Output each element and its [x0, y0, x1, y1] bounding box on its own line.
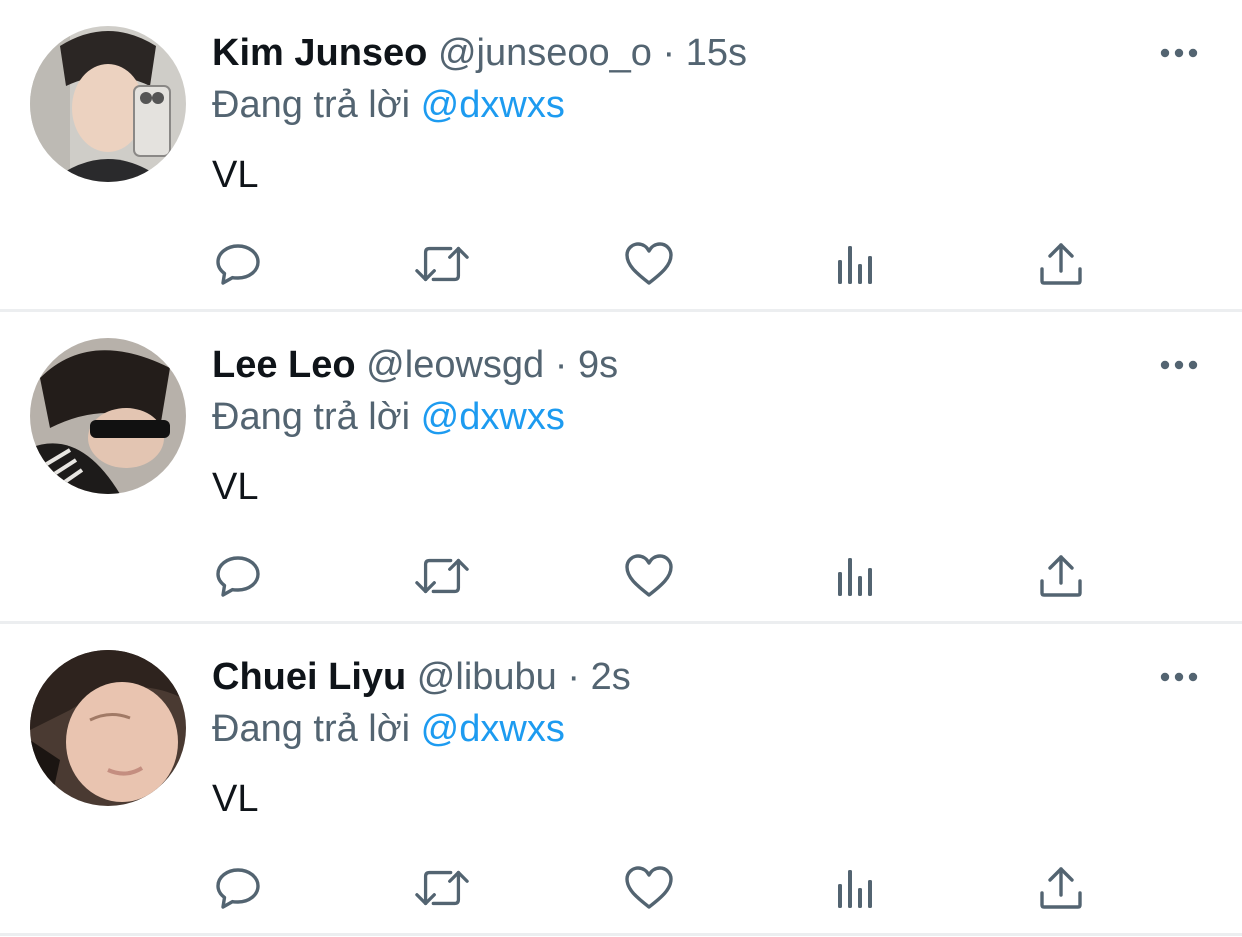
analytics-button[interactable] [828, 548, 884, 604]
reply-context: Đang trả lời @dxwxs [212, 80, 565, 130]
separator: · [662, 32, 676, 74]
reply-button[interactable] [210, 236, 266, 292]
reply-prefix: Đang trả lời [212, 708, 411, 750]
timestamp[interactable]: 2s [591, 656, 631, 698]
retweet-icon [415, 558, 469, 594]
tweet-text: VL [212, 778, 259, 820]
reply-mention-link[interactable]: @dxwxs [421, 396, 565, 438]
reply-button[interactable] [210, 860, 266, 916]
like-button[interactable] [621, 548, 677, 604]
tweet-text: VL [212, 466, 259, 508]
avatar[interactable] [30, 650, 186, 806]
reply-mention-link[interactable]: @dxwxs [421, 708, 565, 750]
avatar[interactable] [30, 338, 186, 494]
more-options-button[interactable] [1156, 348, 1202, 382]
like-icon [625, 866, 673, 909]
analytics-icon [838, 870, 872, 908]
avatar[interactable] [30, 26, 186, 182]
share-button[interactable] [1033, 860, 1089, 916]
retweet-icon [415, 246, 469, 282]
retweet-button[interactable] [414, 860, 470, 916]
analytics-button[interactable] [828, 860, 884, 916]
divider [0, 933, 1242, 936]
reply-context: Đang trả lời @dxwxs [212, 704, 565, 754]
more-icon [1160, 48, 1198, 58]
tweet-header: Kim Junseo @junseoo_o · 15s [212, 28, 747, 78]
reply-mention-link[interactable]: @dxwxs [421, 84, 565, 126]
like-button[interactable] [621, 860, 677, 916]
display-name[interactable]: Kim Junseo [212, 32, 427, 74]
more-icon [1160, 672, 1198, 682]
tweet-actions [0, 860, 1242, 916]
like-icon [625, 554, 673, 597]
user-handle[interactable]: @leowsgd [366, 344, 544, 386]
user-handle[interactable]: @junseoo_o [438, 32, 652, 74]
user-handle[interactable]: @libubu [417, 656, 557, 698]
share-icon [1040, 867, 1082, 909]
separator: · [567, 656, 581, 698]
tweet[interactable]: Lee Leo @leowsgd · 9s Đang trả lời @dxwx… [0, 312, 1242, 624]
like-button[interactable] [621, 236, 677, 292]
tweet-header: Chuei Liyu @libubu · 2s [212, 652, 631, 702]
analytics-icon [838, 246, 872, 284]
retweet-button[interactable] [414, 236, 470, 292]
tweet-header: Lee Leo @leowsgd · 9s [212, 340, 618, 390]
share-button[interactable] [1033, 548, 1089, 604]
tweet-text: VL [212, 154, 259, 196]
analytics-icon [838, 558, 872, 596]
share-icon [1040, 555, 1082, 597]
tweet-actions [0, 548, 1242, 604]
separator: · [554, 344, 568, 386]
reply-icon [216, 556, 260, 597]
timestamp[interactable]: 9s [578, 344, 618, 386]
tweet[interactable]: Chuei Liyu @libubu · 2s Đang trả lời @dx… [0, 624, 1242, 936]
more-options-button[interactable] [1156, 660, 1202, 694]
like-icon [625, 242, 673, 285]
reply-button[interactable] [210, 548, 266, 604]
analytics-button[interactable] [828, 236, 884, 292]
reply-prefix: Đang trả lời [212, 396, 411, 438]
share-button[interactable] [1033, 236, 1089, 292]
display-name[interactable]: Lee Leo [212, 344, 356, 386]
display-name[interactable]: Chuei Liyu [212, 656, 406, 698]
more-options-button[interactable] [1156, 36, 1202, 70]
tweet-actions [0, 236, 1242, 292]
reply-icon [216, 244, 260, 285]
timeline: Kim Junseo @junseoo_o · 15s Đang trả lời… [0, 0, 1242, 937]
retweet-icon [415, 870, 469, 906]
more-icon [1160, 360, 1198, 370]
timestamp[interactable]: 15s [686, 32, 747, 74]
reply-icon [216, 868, 260, 909]
reply-prefix: Đang trả lời [212, 84, 411, 126]
retweet-button[interactable] [414, 548, 470, 604]
reply-context: Đang trả lời @dxwxs [212, 392, 565, 442]
tweet[interactable]: Kim Junseo @junseoo_o · 15s Đang trả lời… [0, 0, 1242, 312]
share-icon [1040, 243, 1082, 285]
